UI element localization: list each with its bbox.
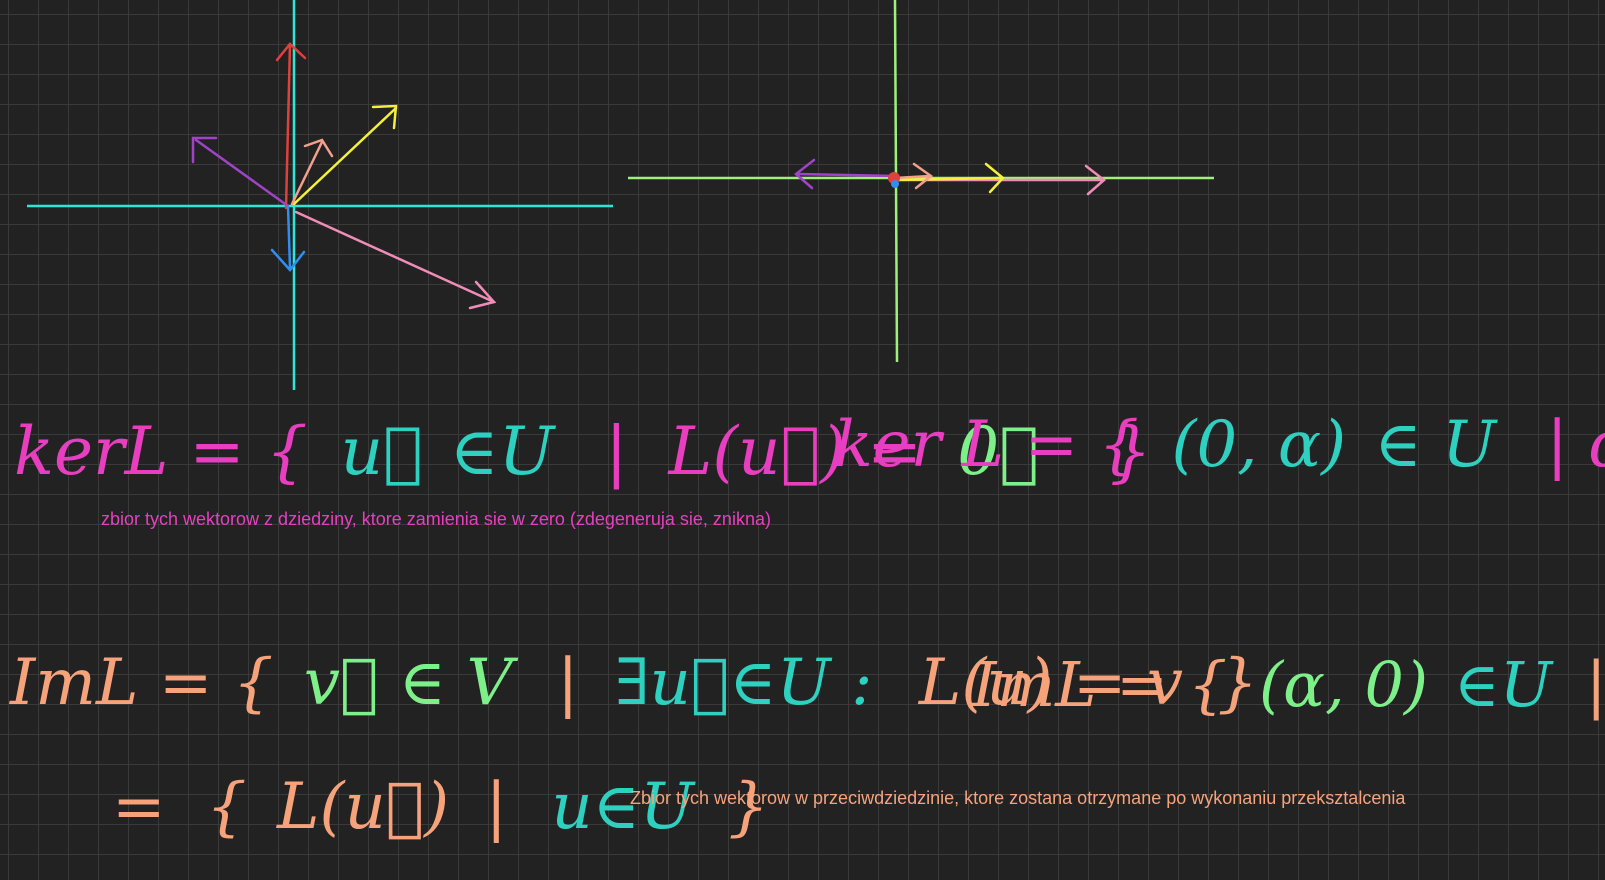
purple-vector-image	[796, 172, 897, 178]
ker-example-cond: | α∈R }	[1546, 408, 1605, 482]
whiteboard-canvas: kerL = { u⃗ ∈U | L(u⃗) = 0⃗ } ker L = { …	[9, 0, 1605, 844]
im-example-pair: (α, 0)	[1259, 648, 1428, 721]
salmon-vector	[290, 140, 324, 206]
im-example-in: ∈U	[1454, 648, 1554, 721]
ker-def-head: kerL = {	[14, 413, 308, 490]
im-def2-bar: |	[485, 770, 507, 844]
im-def2-eq: =	[112, 770, 166, 844]
im-def-bar: |	[557, 646, 579, 720]
ker-example-in: ∈ U	[1374, 408, 1498, 482]
ker-def-in: ∈U	[450, 413, 557, 490]
im-example-head: ImL = {	[971, 648, 1227, 721]
pink-vector	[294, 210, 496, 304]
im-explanation-note: Zbior tych wektorow w przeciwdziedzinie,…	[630, 788, 1406, 808]
ker-example-formula: ker L = { (0, α) ∈ U | α∈R }	[834, 408, 1605, 482]
ker-def-vec: u⃗	[341, 413, 423, 490]
im-def-exists: ∃u⃗∈U :	[615, 646, 873, 720]
ker-def-bar: |	[605, 413, 627, 490]
im-def2-open: {	[206, 770, 247, 844]
im-def2-map: L(u⃗)	[276, 770, 449, 844]
left-plot	[27, 0, 613, 390]
blue-vector-image-dot	[891, 180, 899, 188]
im-def-vec: v⃗ ∈ V	[304, 646, 519, 720]
ker-example-head: ker L = {	[834, 408, 1139, 482]
im-example-formula: ImL = { (α, 0) ∈U | α∈R }	[971, 648, 1605, 721]
right-plot	[628, 0, 1214, 363]
blue-vector	[286, 204, 292, 270]
im-def-head: ImL = {	[9, 646, 274, 720]
yellow-vector	[292, 106, 398, 206]
ker-example-pair: (0, α)	[1171, 408, 1346, 482]
purple-vector	[194, 138, 290, 208]
red-vector	[284, 42, 292, 210]
im-example-cond: | α∈R }	[1586, 648, 1605, 721]
ker-explanation-note: zbior tych wektorow z dziedziny, ktore z…	[101, 509, 771, 529]
